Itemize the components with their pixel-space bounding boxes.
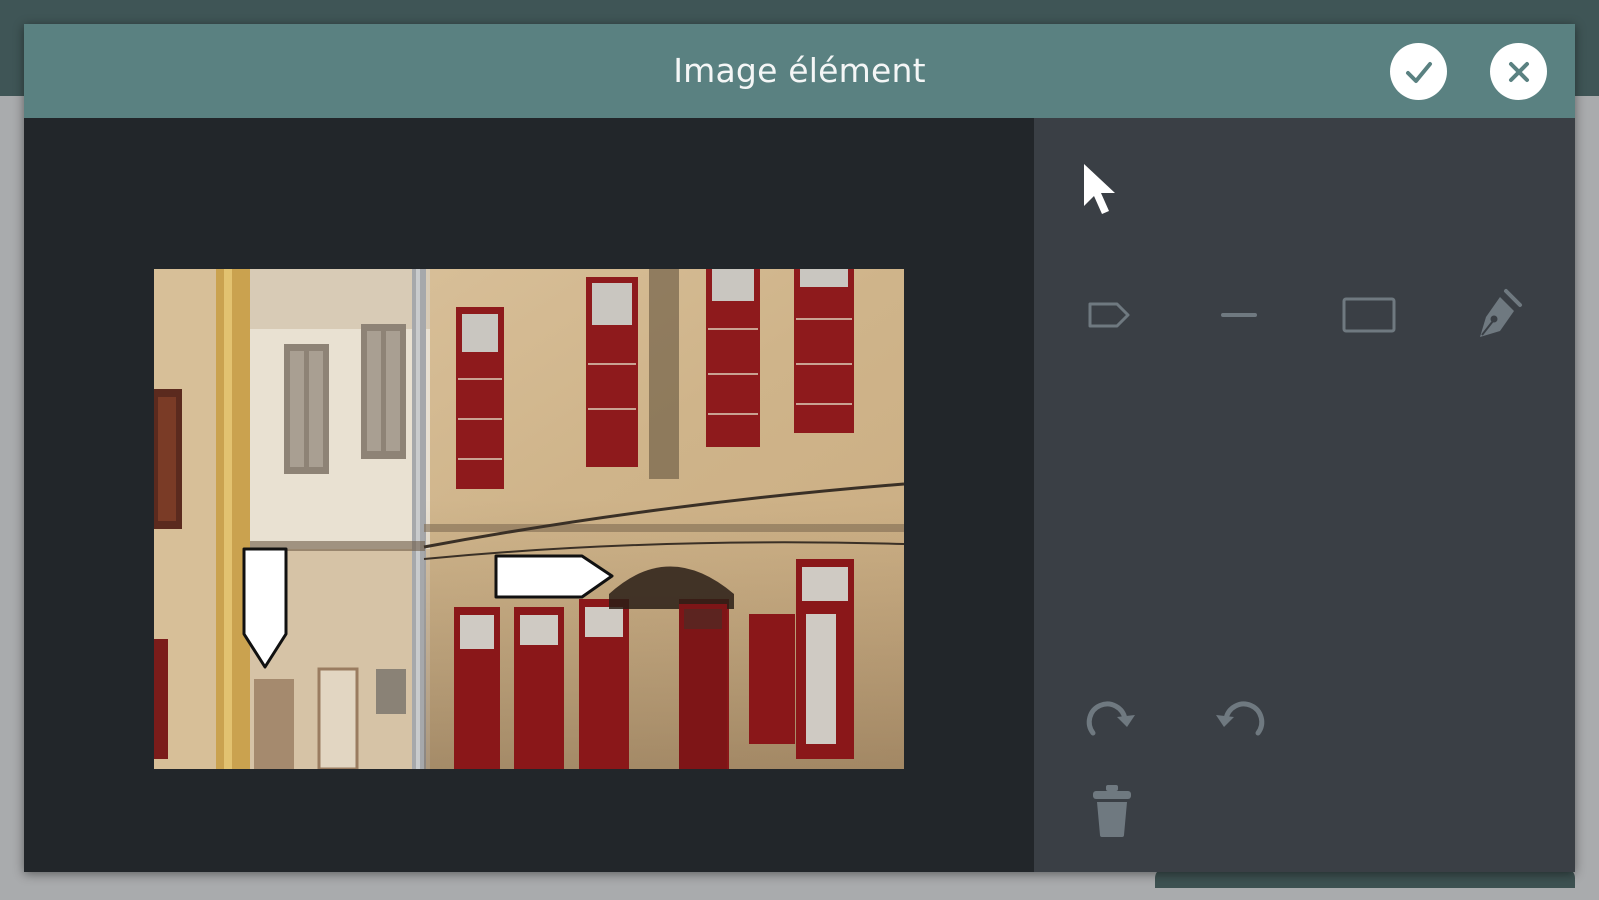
check-icon (1405, 61, 1432, 83)
line-icon (1221, 313, 1257, 317)
redo-button[interactable] (1079, 691, 1141, 747)
confirm-button[interactable] (1390, 43, 1447, 100)
image-element-dialog: Image élément (24, 24, 1575, 872)
building-facade-photo (154, 269, 904, 769)
rectangle-icon (1342, 297, 1396, 333)
select-tool[interactable] (1074, 158, 1126, 222)
delete-button[interactable] (1084, 778, 1140, 844)
pointer-cursor-icon (1084, 164, 1115, 214)
close-icon (1508, 61, 1529, 82)
close-button[interactable] (1490, 43, 1547, 100)
undo-icon (1216, 701, 1265, 736)
label-tag-tool[interactable] (1079, 290, 1139, 340)
undo-button[interactable] (1210, 691, 1272, 747)
tool-panel (1034, 118, 1575, 872)
trash-icon (1093, 785, 1131, 837)
dialog-header: Image élément (24, 24, 1575, 118)
pen-icon (1480, 289, 1522, 337)
dialog-title: Image élément (673, 51, 926, 90)
editing-canvas[interactable] (24, 118, 1034, 872)
redo-icon (1086, 701, 1135, 736)
label-tag-icon (1088, 302, 1130, 328)
edited-image[interactable] (154, 269, 904, 769)
line-tool[interactable] (1209, 290, 1269, 340)
rectangle-tool[interactable] (1337, 288, 1401, 342)
pen-tool[interactable] (1466, 284, 1528, 346)
